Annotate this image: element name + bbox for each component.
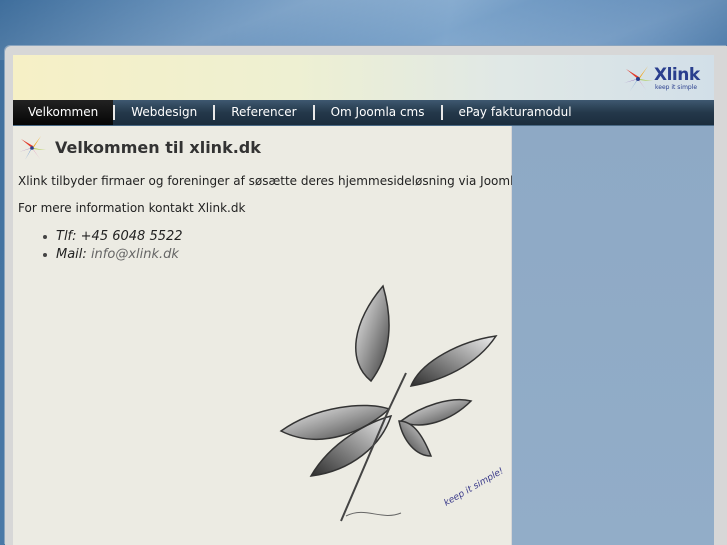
illustration-caption: keep it simple! (443, 466, 506, 508)
nav-item-epay[interactable]: ePay fakturamodul (443, 100, 588, 125)
more-info-text: For mere information kontakt Xlink.dk (18, 201, 246, 215)
xlink-star-icon (19, 136, 46, 160)
phone-value: +45 6048 5522 (80, 229, 183, 244)
contact-mail: Mail: info@xlink.dk (41, 246, 183, 264)
site-logo[interactable]: Xlink keep it simple (622, 63, 704, 95)
nav-item-om-joomla[interactable]: Om Joomla cms (315, 100, 441, 125)
phone-label: Tlf: (56, 229, 77, 244)
mail-link[interactable]: info@xlink.dk (91, 247, 179, 262)
contact-phone: Tlf: +45 6048 5522 (41, 228, 183, 246)
intro-text: Xlink tilbyder firmaer og foreninger af … (18, 174, 555, 188)
site-header: Xlink keep it simple (13, 55, 714, 100)
mail-label: Mail: (56, 247, 87, 262)
main-content: Velkommen til xlink.dk Xlink tilbyder fi… (13, 126, 555, 545)
main-nav: Velkommen Webdesign Referencer Om Joomla… (13, 100, 714, 126)
right-sidebar (512, 126, 714, 545)
butterfly-illustration: keep it simple! (279, 284, 506, 522)
nav-item-velkommen[interactable]: Velkommen (13, 100, 114, 125)
xlink-star-logo-icon (624, 66, 653, 91)
logo-tagline: keep it simple (655, 84, 698, 91)
logo-text: Xlink (654, 65, 700, 85)
contact-list: Tlf: +45 6048 5522 Mail: info@xlink.dk (41, 228, 183, 264)
page-title: Velkommen til xlink.dk (55, 138, 261, 157)
nav-item-webdesign[interactable]: Webdesign (115, 100, 213, 125)
nav-item-referencer[interactable]: Referencer (215, 100, 312, 125)
